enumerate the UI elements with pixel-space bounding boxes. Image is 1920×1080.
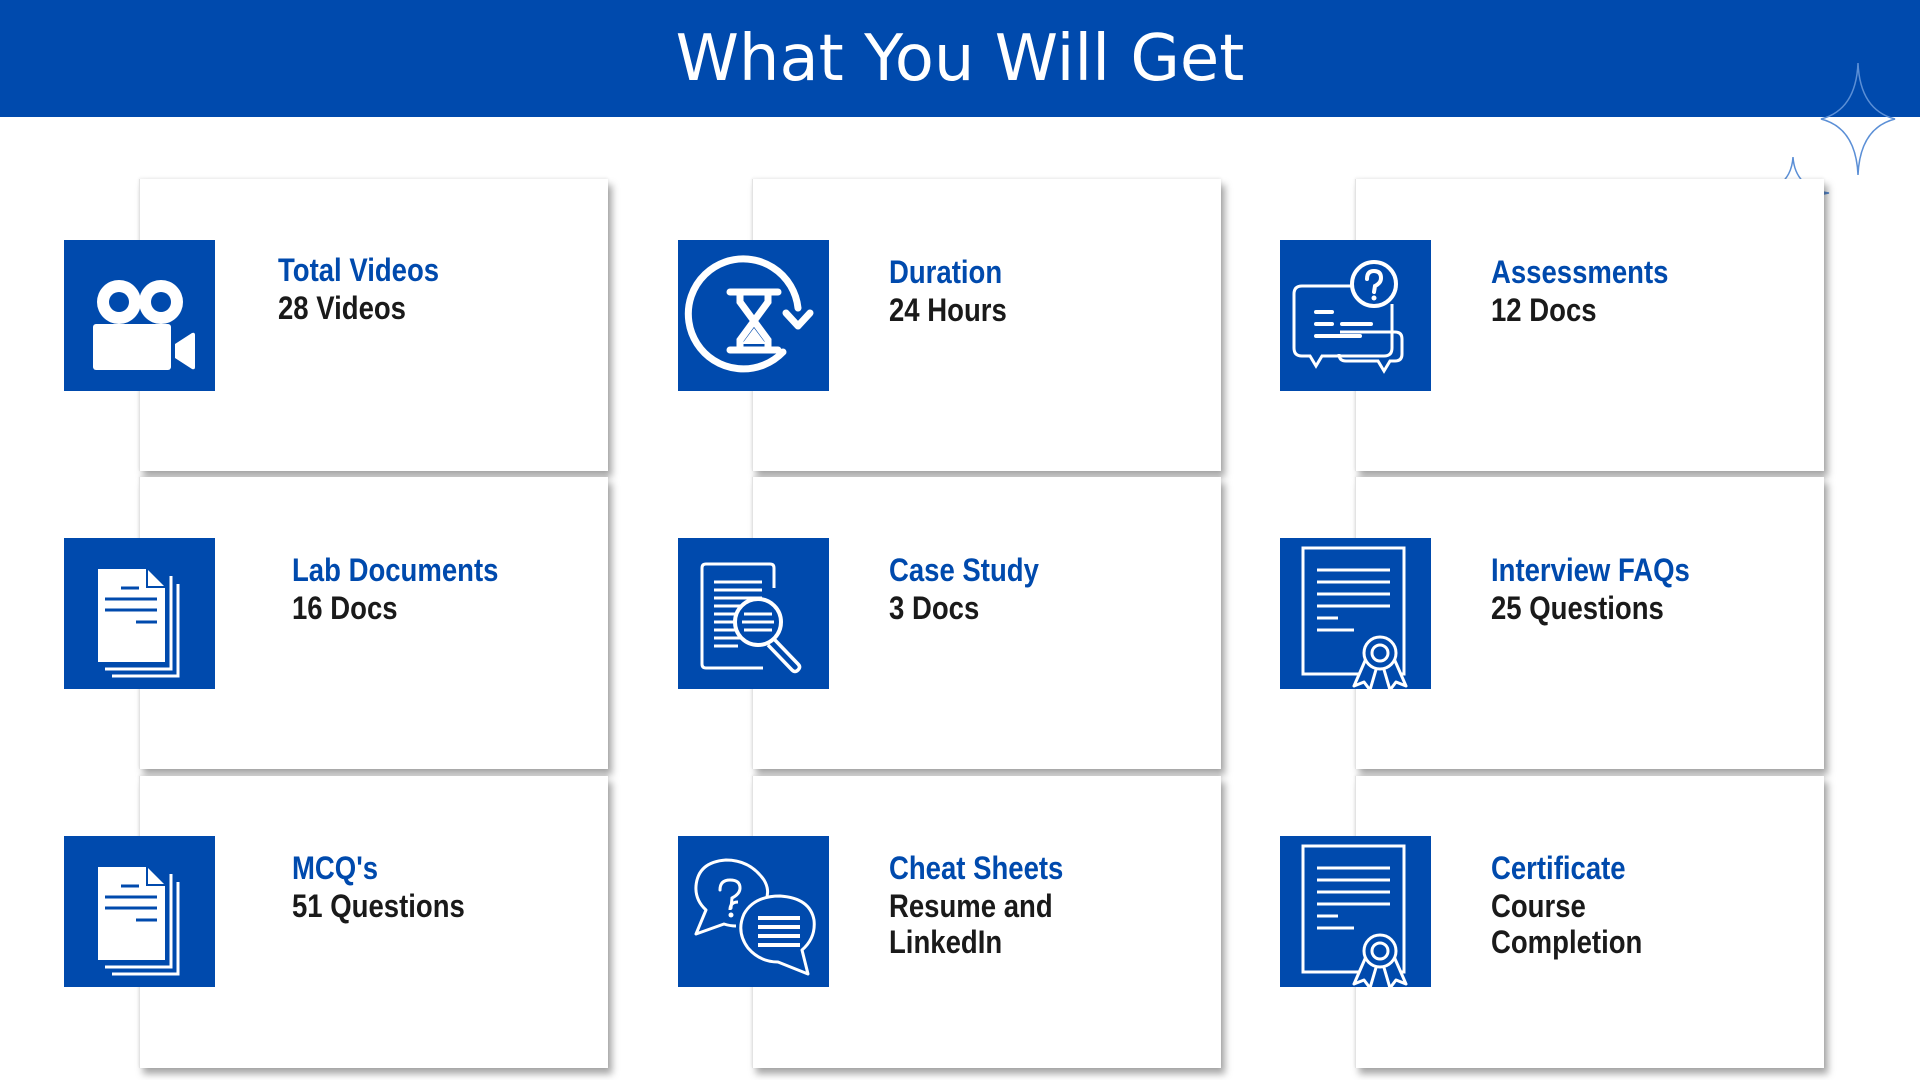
video-camera-icon — [93, 280, 195, 370]
card-text: Duration 24 Hours — [889, 252, 1149, 328]
card-value: 25 Questions — [1491, 590, 1664, 626]
chat-bubbles-icon — [694, 858, 816, 976]
page-title: What You Will Get — [675, 21, 1245, 96]
card-value: 51 Questions — [292, 888, 465, 924]
icon-tile — [1280, 836, 1431, 987]
card-value: 12 Docs — [1491, 292, 1597, 328]
header-banner: What You Will Get — [0, 0, 1920, 117]
card-title: Cheat Sheets — [889, 850, 1064, 886]
card-title: Assessments — [1491, 254, 1669, 290]
card-title: Certificate — [1491, 850, 1626, 886]
icon-tile — [1280, 240, 1431, 391]
sparkle-icon — [1820, 62, 1896, 176]
card-text: Certificate Course Completion — [1491, 848, 1751, 960]
card-text: Case Study 3 Docs — [889, 550, 1149, 626]
hourglass-refresh-icon — [684, 255, 814, 373]
question-chat-icon — [1292, 260, 1404, 374]
card-value: Resume and LinkedIn — [889, 888, 1053, 960]
documents-stack-icon — [98, 867, 180, 976]
card-value: 24 Hours — [889, 292, 1007, 328]
icon-tile — [64, 836, 215, 987]
card-title: Total Videos — [278, 252, 440, 288]
card-value: Course Completion — [1491, 888, 1643, 960]
card-value: 3 Docs — [889, 590, 980, 626]
card-title: Lab Documents — [292, 552, 499, 588]
card-value: 28 Videos — [278, 290, 406, 326]
card-title: MCQ's — [292, 850, 379, 886]
card-text: Assessments 12 Docs — [1491, 252, 1751, 328]
card-text: Cheat Sheets Resume and LinkedIn — [889, 848, 1149, 960]
card-text: Total Videos 28 Videos — [278, 250, 538, 326]
certificate-icon — [1301, 844, 1408, 987]
icon-tile — [64, 538, 215, 689]
card-title: Interview FAQs — [1491, 552, 1690, 588]
card-text: MCQ's 51 Questions — [292, 848, 552, 924]
icon-tile — [678, 836, 829, 987]
icon-tile — [64, 240, 215, 391]
certificate-icon — [1301, 546, 1408, 689]
card-title: Case Study — [889, 552, 1039, 588]
icon-tile — [1280, 538, 1431, 689]
card-text: Lab Documents 16 Docs — [292, 550, 552, 626]
icon-tile — [678, 538, 829, 689]
card-value: 16 Docs — [292, 590, 398, 626]
card-text: Interview FAQs 25 Questions — [1491, 550, 1751, 626]
card-title: Duration — [889, 254, 1003, 290]
document-search-icon — [700, 562, 802, 674]
icon-tile — [678, 240, 829, 391]
documents-stack-icon — [98, 569, 180, 678]
